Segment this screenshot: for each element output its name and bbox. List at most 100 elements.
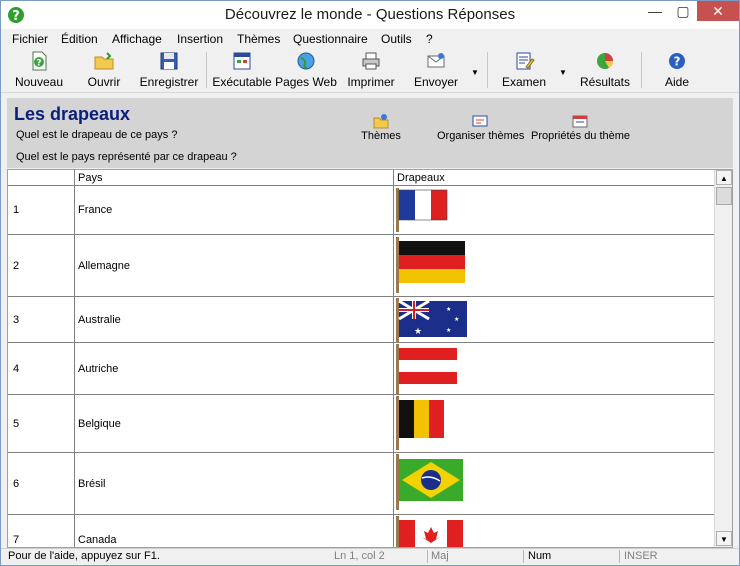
imprimer-button[interactable]: Imprimer — [344, 50, 398, 90]
flag-cell[interactable] — [394, 515, 714, 547]
table-row[interactable]: 5 Belgique — [8, 395, 714, 453]
country-name[interactable]: Allemagne — [75, 235, 394, 296]
help-question-icon: ? — [669, 53, 685, 69]
executable-button[interactable]: Exécutable — [211, 50, 273, 90]
table-row[interactable]: 6 Brésil — [8, 453, 714, 515]
envoyer-button[interactable]: Envoyer — [411, 50, 461, 90]
country-name[interactable]: Belgique — [75, 395, 394, 452]
scroll-thumb[interactable] — [716, 187, 732, 205]
row-number-header — [8, 170, 75, 186]
pages-web-label: Pages Web — [275, 75, 337, 89]
table-row[interactable]: 1 France — [8, 186, 714, 235]
vertical-scrollbar[interactable]: ▲ ▼ — [714, 170, 732, 547]
table-row[interactable]: 7 Canada — [8, 515, 714, 547]
pages-web-button[interactable]: Pages Web — [275, 50, 337, 90]
themes-button[interactable]: Thèmes — [357, 112, 405, 142]
window-title: Découvrez le monde - Questions Réponses — [224, 6, 516, 23]
menu-insertion[interactable]: Insertion — [177, 32, 223, 46]
examen-label: Examen — [501, 75, 547, 89]
envoyer-label: Envoyer — [413, 75, 459, 89]
row-number: 4 — [8, 343, 75, 394]
menu-outils[interactable]: Outils — [381, 32, 412, 46]
status-separator — [619, 550, 620, 563]
flag-cell[interactable] — [394, 453, 714, 514]
minimize-button[interactable]: — — [641, 1, 669, 21]
toolbar: ? Nouveau Ouvrir Enregistrer Exécutable … — [1, 48, 739, 93]
close-button[interactable]: ✕ — [697, 1, 739, 21]
svg-text:★: ★ — [446, 327, 451, 334]
organiser-themes-button[interactable]: Organiser thèmes — [437, 112, 525, 142]
menu-fichier[interactable]: Fichier — [12, 32, 48, 46]
column-header-drapeaux[interactable]: Drapeaux — [394, 170, 714, 186]
nouveau-label: Nouveau — [14, 75, 64, 89]
status-separator — [427, 550, 428, 563]
country-name[interactable]: France — [75, 186, 394, 234]
ouvrir-button[interactable]: Ouvrir — [79, 50, 129, 90]
menu-bar: Fichier Édition Affichage Insertion Thèm… — [1, 30, 739, 48]
row-number: 5 — [8, 395, 75, 452]
themes-folder-icon — [373, 114, 389, 129]
theme-properties-icon — [572, 115, 588, 128]
svg-text:★: ★ — [446, 306, 451, 313]
printer-icon — [362, 52, 380, 70]
save-disk-icon — [160, 52, 178, 70]
results-pie-chart-icon — [597, 53, 614, 69]
row-number: 6 — [8, 453, 75, 514]
question-one: Quel est le drapeau de ce pays ? — [16, 129, 178, 141]
scroll-down-arrow[interactable]: ▼ — [716, 531, 732, 546]
organiser-themes-label: Organiser thèmes — [437, 130, 525, 142]
table-row[interactable]: 3 Australie ★ ★ ★ ★ — [8, 297, 714, 343]
ouvrir-label: Ouvrir — [87, 75, 121, 89]
resultats-label: Résultats — [579, 75, 631, 89]
web-globe-icon — [297, 52, 315, 70]
flag-cell[interactable] — [394, 186, 714, 234]
status-help-text: Pour de l'aide, appuyez sur F1. — [8, 550, 160, 562]
proprietes-theme-label: Propriétés du thème — [531, 130, 631, 142]
status-num: Num — [528, 550, 552, 562]
question-two: Quel est le pays représenté par ce drape… — [16, 151, 237, 163]
imprimer-label: Imprimer — [347, 75, 395, 89]
open-folder-icon — [94, 52, 114, 70]
table-row[interactable]: 4 Autriche — [8, 343, 714, 395]
flag-cell[interactable] — [394, 343, 714, 394]
proprietes-theme-button[interactable]: Propriétés du thème — [531, 112, 631, 142]
send-mail-icon — [427, 53, 445, 68]
menu-edition[interactable]: Édition — [61, 32, 98, 46]
page-title: Les drapeaux — [14, 104, 131, 124]
maximize-button[interactable]: ▢ — [669, 1, 697, 21]
flag-cell[interactable] — [394, 235, 714, 296]
row-number: 1 — [8, 186, 75, 234]
flag-cell[interactable] — [394, 395, 714, 452]
aide-label: Aide — [664, 75, 690, 89]
status-maj: Maj — [431, 550, 449, 562]
enregistrer-label: Enregistrer — [139, 75, 199, 89]
flag-cell[interactable]: ★ ★ ★ ★ — [394, 297, 714, 342]
scroll-up-arrow[interactable]: ▲ — [716, 170, 732, 185]
flag-belgium-image — [396, 396, 444, 450]
row-number: 2 — [8, 235, 75, 296]
country-name[interactable]: Australie — [75, 297, 394, 342]
flags-table[interactable]: Pays Drapeaux 1 France 2 Allemagne 3 Aus… — [7, 169, 733, 548]
nouveau-button[interactable]: ? Nouveau — [11, 50, 67, 90]
country-name[interactable]: Canada — [75, 515, 394, 547]
status-bar: Pour de l'aide, appuyez sur F1. Ln 1, co… — [1, 548, 739, 565]
aide-button[interactable]: ? Aide — [657, 50, 697, 90]
svg-text:?: ? — [36, 59, 41, 69]
enregistrer-button[interactable]: Enregistrer — [136, 50, 202, 90]
country-name[interactable]: Autriche — [75, 343, 394, 394]
menu-affichage[interactable]: Affichage — [112, 32, 162, 46]
table-row[interactable]: 2 Allemagne — [8, 235, 714, 297]
status-separator — [523, 550, 524, 563]
table-header: Pays Drapeaux — [8, 170, 714, 186]
column-header-pays[interactable]: Pays — [75, 170, 394, 186]
row-number: 7 — [8, 515, 75, 547]
resultats-button[interactable]: Résultats — [578, 50, 632, 90]
menu-questionnaire[interactable]: Questionnaire — [293, 32, 368, 46]
examen-dropdown-arrow[interactable]: ▼ — [559, 68, 567, 77]
menu-help[interactable]: ? — [426, 32, 433, 46]
menu-themes[interactable]: Thèmes — [237, 32, 280, 46]
envoyer-dropdown-arrow[interactable]: ▼ — [471, 68, 479, 77]
new-document-icon: ? — [32, 51, 47, 71]
examen-button[interactable]: Examen — [499, 50, 549, 90]
country-name[interactable]: Brésil — [75, 453, 394, 514]
